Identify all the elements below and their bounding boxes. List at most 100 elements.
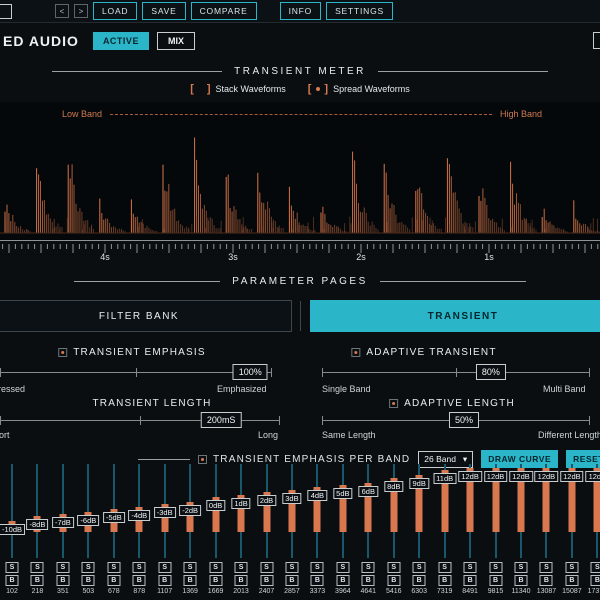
transient-length-value[interactable]: 200mS (201, 412, 242, 428)
band-solo-button[interactable]: S (489, 562, 502, 573)
band-solo-button[interactable]: S (387, 562, 400, 573)
band-gain-value[interactable]: 12dB (458, 471, 482, 482)
band-solo-button[interactable]: S (82, 562, 95, 573)
band-solo-button[interactable]: S (311, 562, 324, 573)
band-bypass-button[interactable]: B (31, 575, 44, 586)
band-gain-value[interactable]: 2dB (257, 495, 276, 506)
compare-button[interactable]: COMPARE (191, 2, 257, 20)
band-bypass-button[interactable]: B (133, 575, 146, 586)
radio-icon[interactable] (58, 348, 67, 357)
band-slider-track[interactable] (62, 464, 64, 558)
band-solo-button[interactable]: S (184, 562, 197, 573)
band-bypass-button[interactable]: B (235, 575, 248, 586)
stack-waveforms-option[interactable]: [ ] Stack Waveforms (190, 84, 286, 94)
settings-button[interactable]: SETTINGS (326, 2, 393, 20)
band-bypass-button[interactable]: B (591, 575, 600, 586)
band-gain-value[interactable]: 11dB (433, 473, 456, 484)
band-bypass-button[interactable]: B (540, 575, 553, 586)
band-bypass-button[interactable]: B (209, 575, 222, 586)
band-solo-button[interactable]: S (464, 562, 477, 573)
band-solo-button[interactable]: S (260, 562, 273, 573)
band-bypass-button[interactable]: B (184, 575, 197, 586)
band-slider-track[interactable] (36, 464, 38, 558)
adaptive-transient-slider[interactable]: 80% (322, 364, 590, 381)
band-bypass-button[interactable]: B (107, 575, 120, 586)
spread-waveforms-option[interactable]: [ ] Spread Waveforms (308, 84, 410, 94)
band-solo-button[interactable]: S (285, 562, 298, 573)
band-solo-button[interactable]: S (209, 562, 222, 573)
band-gain-value[interactable]: 0dB (206, 500, 225, 511)
band-gain-value[interactable]: 8dB (384, 481, 403, 492)
band-solo-button[interactable]: S (235, 562, 248, 573)
band-solo-button[interactable]: S (362, 562, 375, 573)
band-gain-value[interactable]: 12dB (586, 471, 600, 482)
band-bypass-button[interactable]: B (158, 575, 171, 586)
band-gain-value[interactable]: 12dB (509, 471, 533, 482)
band-solo-button[interactable]: S (31, 562, 44, 573)
band-gain-value[interactable]: -4dB (128, 510, 150, 521)
tab-transient[interactable]: TRANSIENT (310, 300, 600, 332)
band-bypass-button[interactable]: B (438, 575, 451, 586)
band-bypass-button[interactable]: B (565, 575, 578, 586)
band-solo-button[interactable]: S (540, 562, 553, 573)
band-bypass-button[interactable]: B (464, 575, 477, 586)
band-bypass-button[interactable]: B (362, 575, 375, 586)
band-solo-button[interactable]: S (6, 562, 19, 573)
band-gain-value[interactable]: 12dB (535, 471, 559, 482)
radio-icon[interactable] (389, 399, 398, 408)
transient-emphasis-value[interactable]: 100% (233, 364, 268, 380)
band-gain-value[interactable]: -6dB (77, 515, 99, 526)
transient-emphasis-slider[interactable]: 100% (0, 364, 272, 381)
band-gain-value[interactable]: 5dB (333, 488, 352, 499)
band-bypass-button[interactable]: B (56, 575, 69, 586)
band-gain-value[interactable]: 12dB (560, 471, 584, 482)
band-gain-value[interactable]: 9dB (410, 478, 429, 489)
band-solo-button[interactable]: S (438, 562, 451, 573)
mix-toggle-button[interactable]: MIX (157, 32, 195, 50)
band-solo-button[interactable]: S (158, 562, 171, 573)
band-gain-value[interactable]: -2dB (179, 505, 201, 516)
band-gain-value[interactable]: 6dB (359, 486, 378, 497)
band-bypass-button[interactable]: B (489, 575, 502, 586)
save-button[interactable]: SAVE (142, 2, 185, 20)
band-gain-value[interactable]: -7dB (52, 517, 74, 528)
active-toggle-button[interactable]: ACTIVE (93, 32, 149, 50)
band-slider-track[interactable] (11, 464, 13, 558)
radio-icon[interactable] (351, 348, 360, 357)
transient-length-slider[interactable]: 200mS (0, 412, 280, 429)
adaptive-length-slider[interactable]: 50% (322, 412, 590, 429)
band-gain-value[interactable]: -3dB (154, 507, 176, 518)
band-gain-value[interactable]: -10dB (0, 524, 25, 535)
band-bypass-button[interactable]: B (260, 575, 273, 586)
band-bypass-button[interactable]: B (285, 575, 298, 586)
next-preset-button[interactable]: > (74, 4, 88, 18)
band-solo-button[interactable]: S (515, 562, 528, 573)
band-solo-button[interactable]: S (591, 562, 600, 573)
band-gain-value[interactable]: 12dB (484, 471, 508, 482)
band-bypass-button[interactable]: B (336, 575, 349, 586)
adaptive-length-value[interactable]: 50% (449, 412, 479, 428)
band-bypass-button[interactable]: B (6, 575, 19, 586)
band-solo-button[interactable]: S (56, 562, 69, 573)
right-box-partial[interactable] (593, 32, 600, 49)
band-gain-value[interactable]: 4dB (308, 490, 327, 501)
band-bypass-button[interactable]: B (311, 575, 324, 586)
band-solo-button[interactable]: S (413, 562, 426, 573)
band-gain-value[interactable]: -8dB (27, 519, 49, 530)
band-solo-button[interactable]: S (133, 562, 146, 573)
band-bypass-button[interactable]: B (82, 575, 95, 586)
load-button[interactable]: LOAD (93, 2, 137, 20)
band-bypass-button[interactable]: B (413, 575, 426, 586)
prev-preset-button[interactable]: < (55, 4, 69, 18)
band-solo-button[interactable]: S (565, 562, 578, 573)
band-gain-value[interactable]: 1dB (231, 498, 250, 509)
band-gain-value[interactable]: 3dB (282, 493, 301, 504)
band-bypass-button[interactable]: B (515, 575, 528, 586)
band-bypass-button[interactable]: B (387, 575, 400, 586)
band-solo-button[interactable]: S (336, 562, 349, 573)
tab-filter-bank[interactable]: FILTER BANK (0, 300, 292, 332)
info-button[interactable]: INFO (280, 2, 322, 20)
adaptive-transient-value[interactable]: 80% (476, 364, 506, 380)
preset-box-partial[interactable] (0, 4, 12, 19)
band-solo-button[interactable]: S (107, 562, 120, 573)
